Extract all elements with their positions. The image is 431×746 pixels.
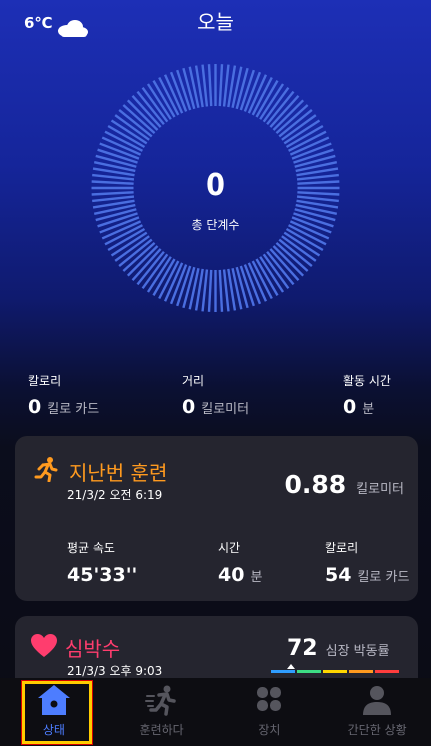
ring-tick (207, 269, 213, 312)
heart-zone-segment (271, 670, 295, 673)
calorie-stat: 칼로리 0 킬로 카드 (28, 372, 99, 418)
page-title: 오늘 (197, 10, 234, 34)
training-calorie-metric: 칼로리 54 킬로 카드 (325, 539, 409, 586)
heart-zone-segment (375, 670, 399, 673)
ring-tick (122, 104, 156, 135)
ring-tick (201, 269, 209, 312)
training-date: 21/3/2 오전 6:19 (67, 488, 163, 502)
heart-zone-bar (271, 670, 401, 673)
duration-metric: 시간 40 분 (218, 539, 262, 586)
heart-zone-segment (297, 670, 321, 673)
ring-tick (126, 99, 159, 131)
duration-unit: 분 (250, 570, 263, 585)
distance-stat: 거리 0 킬로미터 (182, 372, 249, 418)
nav-label-status: 상태 (42, 723, 65, 737)
ring-tick (272, 99, 305, 131)
ring-tick (275, 241, 309, 272)
distance-label: 거리 (182, 374, 205, 388)
ring-tick (201, 64, 209, 107)
heart-title: 심박수 (65, 637, 121, 661)
training-calorie-label: 칼로리 (325, 541, 359, 555)
duration-label: 시간 (218, 541, 241, 555)
ring-tick (278, 109, 313, 138)
ring-tick (118, 109, 153, 138)
distance-unit: 킬로미터 (201, 402, 250, 417)
nav-label-training: 훈련하다 (139, 723, 184, 737)
calorie-label: 칼로리 (28, 374, 62, 388)
heart-icon (31, 634, 57, 662)
active-time-unit: 분 (362, 402, 375, 417)
heart-zone-segment (323, 670, 347, 673)
nav-item-devices[interactable]: 장치 (216, 678, 324, 746)
training-distance-unit: 킬로미터 (356, 482, 404, 497)
ring-tick (269, 95, 300, 128)
profile-icon (360, 684, 394, 720)
nav-item-training[interactable]: 훈련하다 (108, 678, 216, 746)
heart-rate-unit: 심장 박동률 (325, 644, 390, 659)
ring-tick (136, 250, 165, 286)
steps-label: 총 단계수 (191, 218, 240, 232)
heart-zone-marker (287, 664, 295, 669)
running-icon (144, 684, 179, 720)
training-calorie-value: 54 (325, 564, 352, 586)
ring-tick (222, 269, 230, 312)
avg-speed-metric: 평균 속도 45'33'' (67, 539, 137, 586)
duration-value: 40 (218, 564, 245, 586)
ring-tick (218, 269, 224, 312)
ring-tick (122, 241, 156, 272)
heart-date: 21/3/3 오후 9:03 (67, 664, 163, 678)
calorie-value: 0 (28, 396, 42, 418)
ring-tick (266, 250, 295, 286)
ring-tick (131, 248, 162, 281)
nav-label-devices: 장치 (258, 723, 281, 737)
steps-ring[interactable]: 0 총 단계수 (91, 42, 340, 351)
active-time-value: 0 (343, 396, 357, 418)
avg-speed-label: 평균 속도 (67, 541, 115, 555)
device-grid-icon (252, 684, 286, 720)
training-title: 지난번 훈련 (69, 460, 168, 485)
last-training-card[interactable]: 지난번 훈련 21/3/2 오전 6:19 0.88 킬로미터 평균 속도 45… (15, 436, 418, 601)
ring-tick (136, 90, 165, 126)
avg-speed-value: 45'33'' (67, 564, 138, 586)
ring-tick (118, 238, 153, 267)
training-distance: 0.88 킬로미터 (284, 470, 404, 499)
ring-tick (207, 64, 213, 107)
active-time-stat: 활동 시간 0 분 (343, 372, 391, 418)
ring-tick (222, 64, 230, 107)
training-distance-value: 0.88 (284, 470, 347, 499)
ring-tick (278, 238, 313, 267)
bottom-navigation: 상태 훈련하다 장치 간단한 상황 (0, 678, 431, 746)
heart-rate-value: 72 (287, 636, 318, 661)
home-icon (37, 684, 71, 720)
heart-zone-segment (349, 670, 373, 673)
ring-tick (272, 245, 305, 277)
ring-tick (131, 95, 162, 128)
calorie-unit: 킬로 카드 (47, 402, 100, 417)
active-time-label: 활동 시간 (343, 374, 391, 388)
nav-item-status[interactable]: 상태 (0, 678, 108, 746)
ring-tick (218, 64, 224, 107)
steps-value: 0 (206, 168, 225, 203)
ring-tick (269, 248, 300, 281)
ring-tick (275, 104, 309, 135)
training-calorie-unit: 킬로 카드 (357, 570, 410, 585)
ring-tick (126, 245, 159, 277)
running-icon (33, 456, 59, 486)
nav-label-profile: 간단한 상황 (347, 723, 407, 737)
ring-tick (266, 90, 295, 126)
nav-item-profile[interactable]: 간단한 상황 (323, 678, 431, 746)
heart-rate-value-block: 72 심장 박동률 (287, 636, 390, 661)
distance-value: 0 (182, 396, 196, 418)
